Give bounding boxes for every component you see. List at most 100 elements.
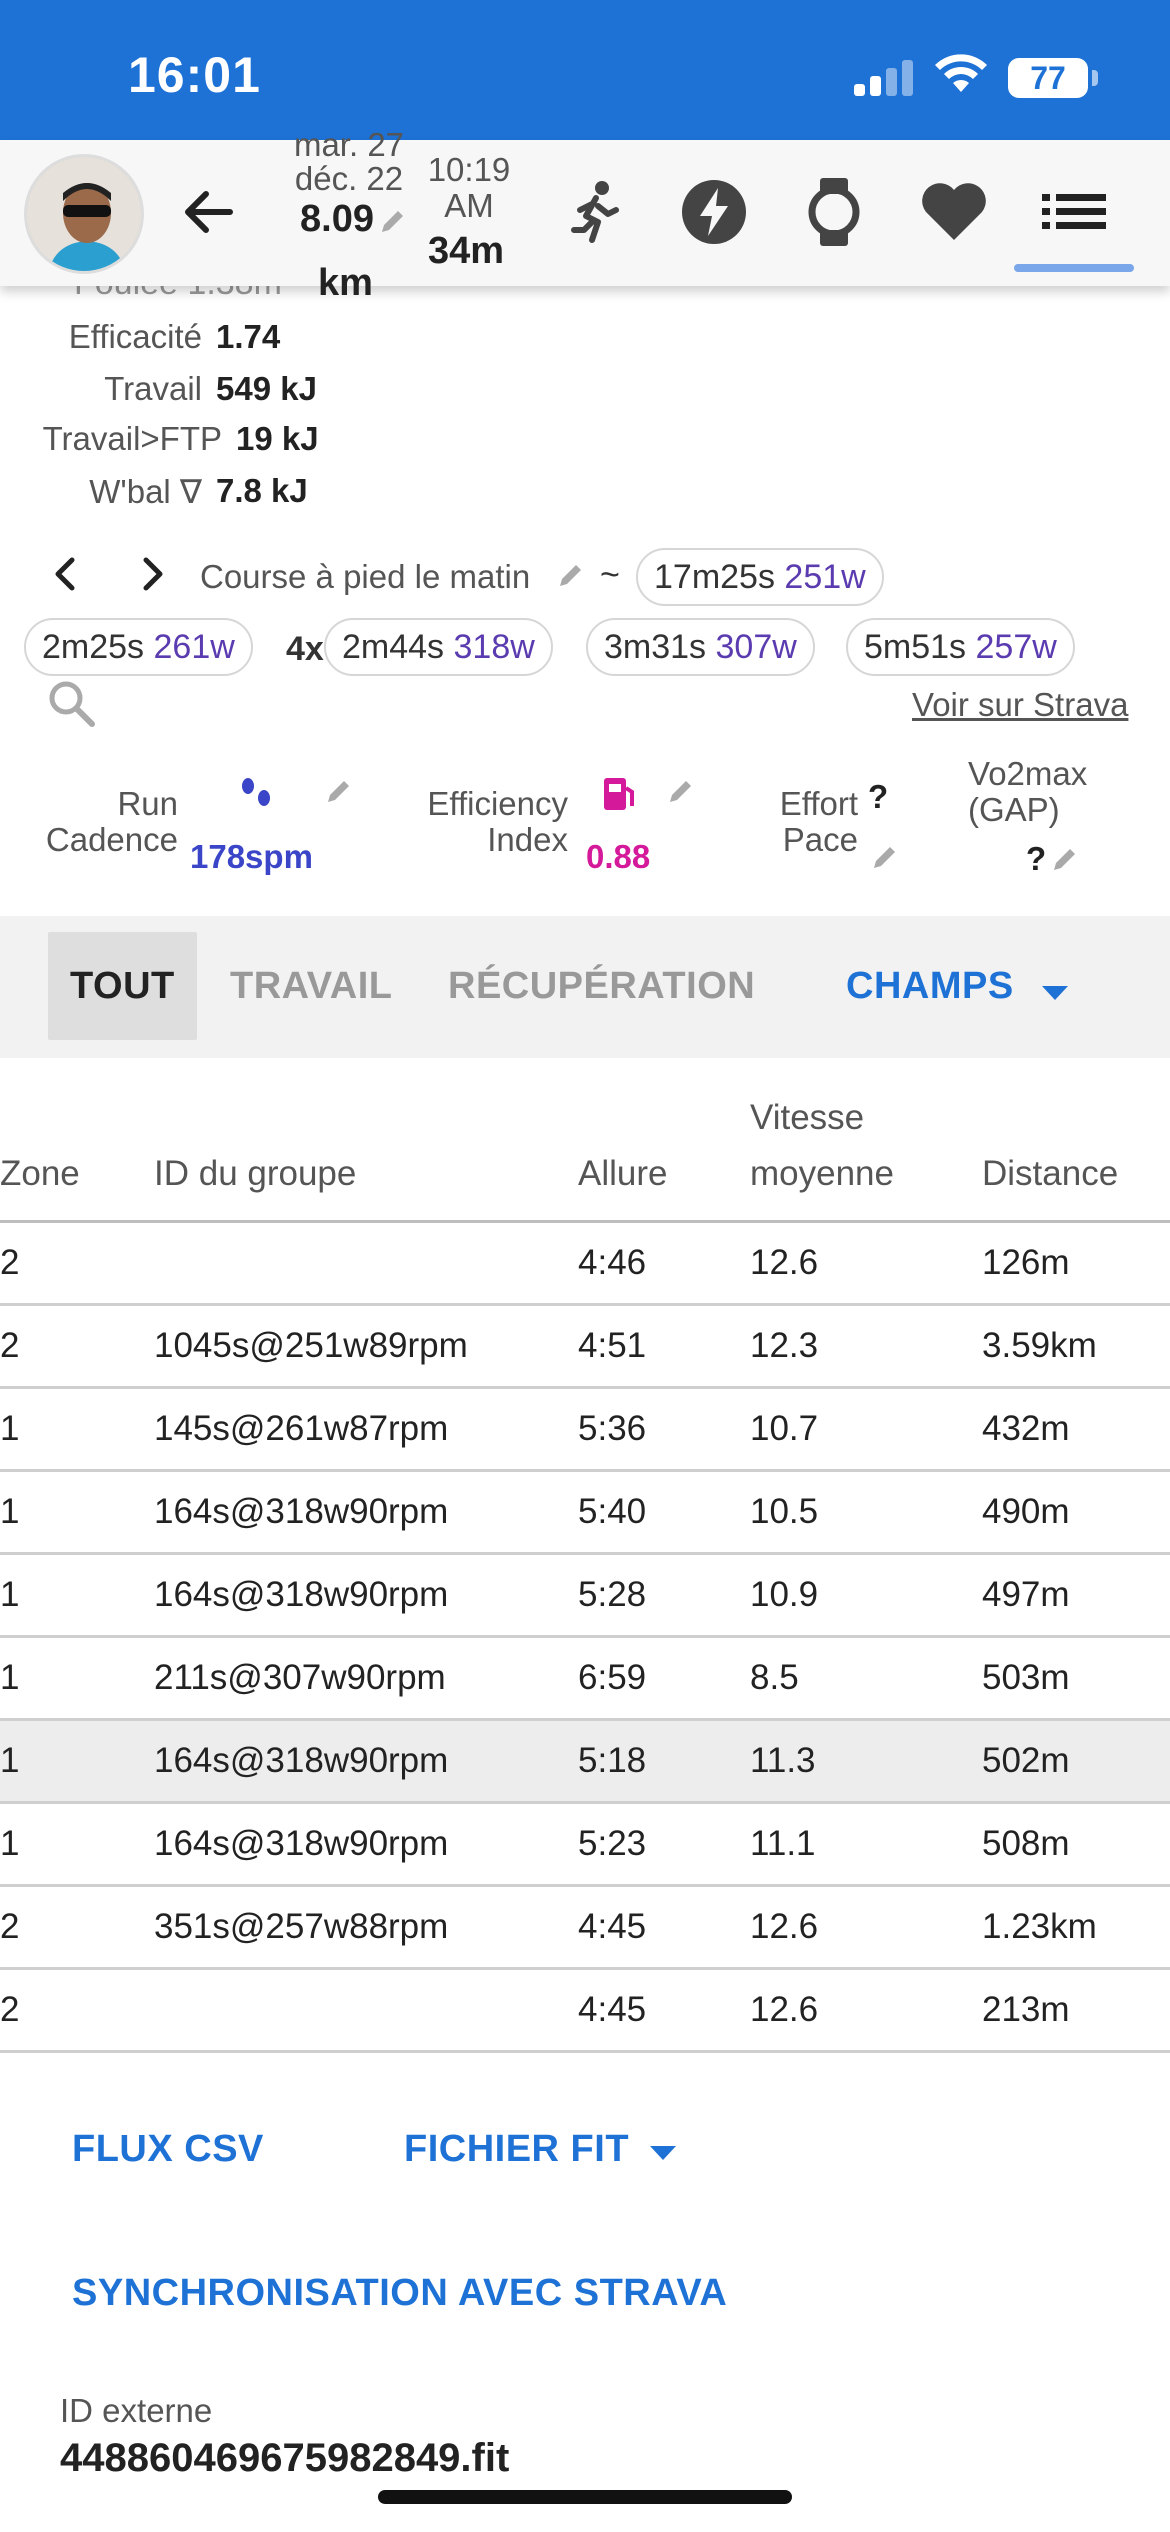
col-header-zone[interactable]: Zone [0, 1146, 80, 1202]
edit-pencil-icon[interactable] [870, 842, 900, 872]
run-icon[interactable] [558, 174, 634, 250]
active-tab-indicator [1014, 264, 1134, 272]
bolt-icon[interactable] [676, 174, 752, 250]
table-row[interactable]: 1 164s@318w90rpm 5:23 11.1 508m [0, 1804, 1170, 1887]
csv-stream-button[interactable]: FLUX CSV [72, 2128, 264, 2171]
cell-pace: 5:28 [578, 1575, 647, 1614]
table-row[interactable]: 2 1045s@251w89rpm 4:51 12.3 3.59km [0, 1306, 1170, 1389]
cell-pace: 6:59 [578, 1658, 647, 1697]
cell-pace: 4:46 [578, 1243, 647, 1282]
cell-distance: 213m [982, 1990, 1070, 2029]
chip-time: 17m25s [654, 558, 775, 596]
status-bar: 16:01 77 [0, 0, 1170, 140]
cell-distance: 497m [982, 1575, 1070, 1614]
cell-pace: 5:40 [578, 1492, 647, 1531]
list-icon[interactable] [1036, 174, 1112, 250]
cell-pace: 4:45 [578, 1907, 647, 1946]
chip-time: 3m31s [604, 628, 707, 666]
edit-pencil-icon[interactable] [556, 560, 586, 590]
chip-watts: 257w [975, 628, 1057, 666]
interval-chip[interactable]: 5m51s 257w [846, 618, 1075, 676]
interval-filter-tabs: TOUT TRAVAIL RÉCUPÉRATION CHAMPS [0, 916, 1170, 1058]
table-row[interactable]: 2 351s@257w88rpm 4:45 12.6 1.23km [0, 1887, 1170, 1970]
watch-icon[interactable] [796, 174, 872, 250]
time-line-1: 10:19 [427, 151, 511, 188]
metric-label-line: Cadence [45, 821, 178, 858]
cell-distance: 502m [982, 1741, 1070, 1780]
strava-sync-button[interactable]: SYNCHRONISATION AVEC STRAVA [72, 2272, 727, 2315]
metric-label-line: Effort [779, 785, 858, 822]
heart-icon[interactable] [916, 174, 992, 250]
activity-distance[interactable]: 8.09 [300, 198, 374, 241]
stat-value: 1.74 [216, 318, 281, 355]
avatar[interactable] [24, 154, 144, 274]
vo2max-value: ? [1026, 840, 1047, 877]
cell-distance: 3.59km [982, 1326, 1097, 1365]
effort-pace-value: ? [868, 778, 889, 815]
wifi-icon [935, 54, 987, 92]
edit-pencil-icon[interactable] [666, 776, 696, 806]
stat-value: 7.8 kJ [216, 472, 308, 509]
caret-down-icon[interactable] [1040, 984, 1070, 1002]
cell-speed: 11.3 [750, 1741, 816, 1780]
col-header-pace[interactable]: Allure [578, 1146, 667, 1202]
cellular-signal-icon [854, 58, 914, 96]
caret-down-icon[interactable] [648, 2144, 678, 2162]
table-row[interactable]: 2 4:45 12.6 213m [0, 1970, 1170, 2053]
repeat-count: 4x [286, 630, 324, 668]
cell-speed: 12.6 [750, 1243, 819, 1282]
view-on-strava-link[interactable]: Voir sur Strava [912, 686, 1128, 724]
external-id-label: ID externe [60, 2392, 213, 2429]
table-row[interactable]: 1 164s@318w90rpm 5:28 10.9 497m [0, 1555, 1170, 1638]
cell-speed: 12.6 [750, 1907, 819, 1946]
table-row[interactable]: 1 211s@307w90rpm 6:59 8.5 503m [0, 1638, 1170, 1721]
cell-zone: 1 [0, 1492, 20, 1531]
edit-pencil-icon[interactable] [324, 776, 354, 806]
chip-watts: 307w [715, 628, 797, 666]
chevron-right-icon[interactable] [132, 552, 172, 596]
segment-title[interactable]: Course à pied le matin [200, 558, 530, 596]
interval-chip[interactable]: 2m44s 318w [324, 618, 553, 676]
home-indicator[interactable] [378, 2490, 792, 2504]
tab-recovery[interactable]: RÉCUPÉRATION [448, 932, 755, 1040]
table-row[interactable]: 1 145s@261w87rpm 5:36 10.7 432m [0, 1389, 1170, 1472]
metric-label-line: Pace [782, 821, 858, 858]
cell-group: 164s@318w90rpm [154, 1492, 449, 1531]
tab-fields[interactable]: CHAMPS [846, 932, 1014, 1040]
cell-pace: 5:23 [578, 1824, 647, 1863]
interval-chip[interactable]: 2m25s 261w [24, 618, 253, 676]
status-time: 16:01 [128, 47, 261, 103]
chevron-left-icon[interactable] [46, 552, 86, 596]
table-row[interactable]: 1 164s@318w90rpm 5:40 10.5 490m [0, 1472, 1170, 1555]
battery-tip [1092, 70, 1098, 86]
edit-pencil-icon[interactable] [378, 206, 408, 236]
cell-zone: 2 [0, 1243, 20, 1282]
tab-all[interactable]: TOUT [48, 932, 197, 1040]
summary-chip[interactable]: 17m25s 251w [636, 548, 884, 606]
efficiency-label: Efficiency Index [400, 786, 568, 858]
cell-group: 145s@261w87rpm [154, 1409, 449, 1448]
activity-date: mar. 27 déc. 22 [286, 128, 412, 196]
cell-distance: 490m [982, 1492, 1070, 1531]
metric-label-line: Vo2max [968, 755, 1088, 792]
efficiency-value: 0.88 [586, 838, 651, 875]
search-icon[interactable] [46, 678, 98, 730]
fit-file-button[interactable]: FICHIER FIT [404, 2128, 629, 2171]
tab-work[interactable]: TRAVAIL [230, 932, 393, 1040]
col-header-group[interactable]: ID du groupe [154, 1146, 356, 1202]
col-header-distance[interactable]: Distance [982, 1146, 1118, 1202]
back-arrow-icon[interactable] [176, 180, 240, 244]
cell-zone: 1 [0, 1658, 20, 1697]
cell-zone: 2 [0, 1326, 20, 1365]
cell-distance: 503m [982, 1658, 1070, 1697]
edit-pencil-icon[interactable] [1050, 844, 1080, 874]
chip-watts: 251w [784, 558, 866, 596]
cell-group: 211s@307w90rpm [154, 1658, 446, 1697]
table-row[interactable]: 1 164s@318w90rpm 5:18 11.3 502m [0, 1721, 1170, 1804]
col-header-speed[interactable]: Vitesse moyenne [750, 1090, 894, 1202]
interval-chip[interactable]: 3m31s 307w [586, 618, 815, 676]
external-id-value: 448860469675982849.fit [60, 2436, 510, 2480]
cell-speed: 10.5 [750, 1492, 819, 1531]
table-row[interactable]: 2 4:46 12.6 126m [0, 1223, 1170, 1306]
cell-group: 351s@257w88rpm [154, 1907, 449, 1946]
